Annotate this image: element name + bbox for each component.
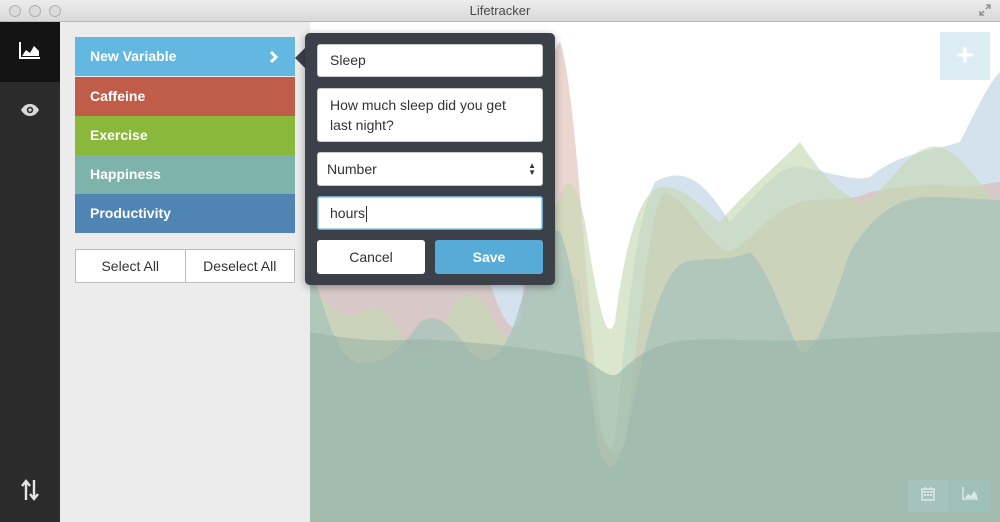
select-all-button[interactable]: Select All [75, 249, 186, 283]
app-sidebar [0, 22, 60, 522]
text-cursor [366, 206, 368, 223]
type-select-value: Number [327, 161, 377, 177]
window-title: Lifetracker [469, 3, 531, 18]
zoom-window-button[interactable] [49, 5, 61, 17]
tab-calendar-view[interactable] [908, 480, 949, 512]
sidebar-item-view[interactable] [0, 82, 60, 142]
cancel-button[interactable]: Cancel [317, 240, 425, 274]
close-window-button[interactable] [9, 5, 21, 17]
variable-label: Exercise [90, 127, 148, 143]
type-select[interactable]: Number ▲ ▼ [317, 152, 543, 186]
question-value: How much sleep did you get last night? [330, 97, 506, 133]
unit-value: hours [330, 205, 366, 221]
variable-name-field[interactable]: Sleep [317, 44, 543, 77]
sort-arrows-icon [20, 478, 40, 506]
selection-buttons: Select All Deselect All [75, 249, 295, 283]
variable-item-productivity[interactable]: Productivity [75, 194, 295, 233]
variable-label: Productivity [90, 205, 171, 221]
sidebar-item-chart[interactable] [0, 22, 60, 82]
calendar-icon [921, 486, 935, 506]
plus-icon: + [956, 39, 974, 72]
variables-panel: New Variable Caffeine Exercise Happiness… [60, 22, 310, 522]
eye-icon [20, 103, 40, 122]
variable-label: Caffeine [90, 88, 146, 104]
tab-chart-view[interactable] [949, 480, 990, 512]
series-area-base [310, 332, 1000, 522]
add-chart-button[interactable]: + [940, 32, 990, 80]
variable-name-value: Sleep [330, 52, 366, 68]
deselect-all-button[interactable]: Deselect All [185, 249, 295, 283]
variable-item-new-variable[interactable]: New Variable [75, 37, 295, 76]
sidebar-item-sort[interactable] [0, 462, 60, 522]
select-arrows-icon: ▲ ▼ [528, 161, 536, 177]
fullscreen-icon[interactable] [978, 4, 992, 18]
variable-item-happiness[interactable]: Happiness [75, 155, 295, 194]
title-bar: Lifetracker [0, 0, 1000, 22]
chevron-right-icon [269, 37, 279, 76]
minimize-window-button[interactable] [29, 5, 41, 17]
save-button[interactable]: Save [435, 240, 543, 274]
question-field[interactable]: How much sleep did you get last night? [317, 88, 543, 142]
variable-label: New Variable [90, 48, 177, 64]
area-chart-icon [962, 487, 978, 505]
area-chart-icon [19, 41, 41, 64]
variable-item-exercise[interactable]: Exercise [75, 116, 295, 155]
new-variable-popover: Sleep How much sleep did you get last ni… [305, 33, 555, 285]
variable-label: Happiness [90, 166, 161, 182]
unit-field[interactable]: hours [317, 196, 543, 230]
variable-item-caffeine[interactable]: Caffeine [75, 77, 295, 116]
view-tabs [908, 480, 990, 512]
